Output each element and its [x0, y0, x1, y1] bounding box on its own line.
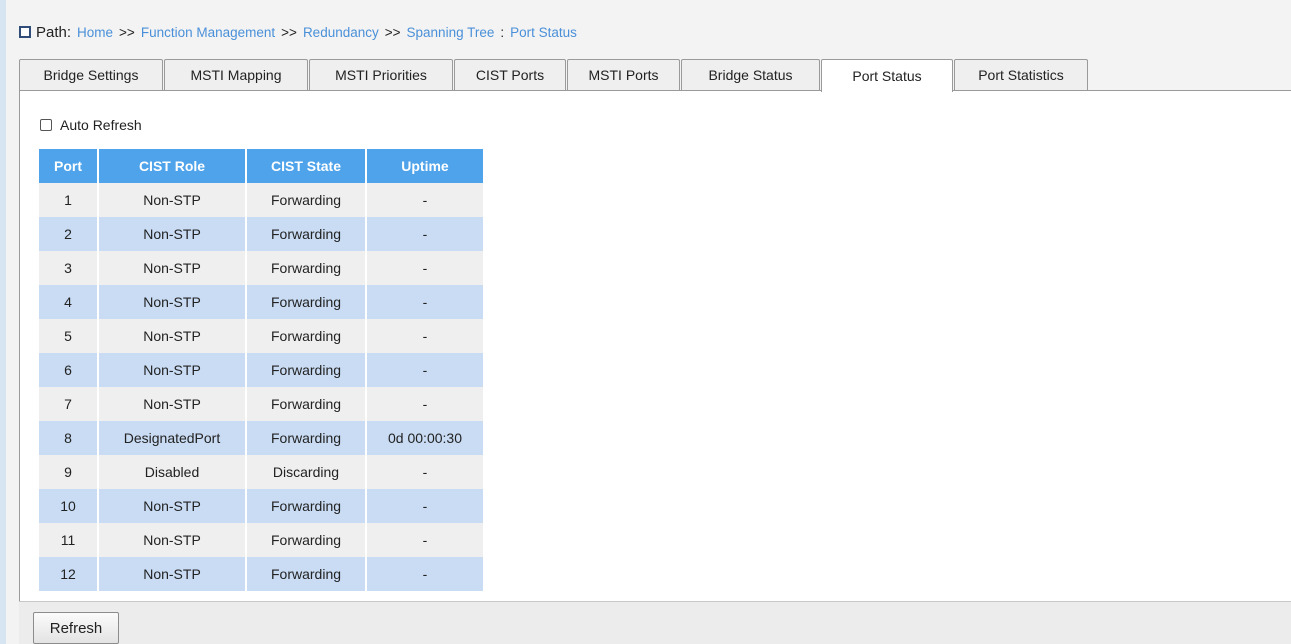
cell-uptime: - — [366, 217, 483, 251]
cell-uptime: - — [366, 251, 483, 285]
table-row: 4 Non-STP Forwarding - — [39, 285, 483, 319]
cell-cist-role: Non-STP — [98, 557, 247, 591]
cell-cist-role: DesignatedPort — [98, 421, 247, 455]
cell-cist-role: Non-STP — [98, 183, 247, 217]
auto-refresh-checkbox[interactable] — [40, 119, 52, 131]
table-row: 2 Non-STP Forwarding - — [39, 217, 483, 251]
cell-cist-role: Non-STP — [98, 353, 247, 387]
port-status-table: Port CIST Role CIST State Uptime 1 Non-S… — [39, 149, 483, 591]
cell-uptime: - — [366, 455, 483, 489]
cell-cist-state: Forwarding — [246, 251, 367, 285]
cell-port: 3 — [39, 251, 99, 285]
table-row: 11 Non-STP Forwarding - — [39, 523, 483, 557]
left-accent-bar — [0, 0, 6, 644]
breadcrumb: Path: Home >> Function Management >> Red… — [19, 22, 577, 42]
cell-uptime: 0d 00:00:30 — [366, 421, 483, 455]
cell-port: 5 — [39, 319, 99, 353]
cell-port: 2 — [39, 217, 99, 251]
cell-uptime: - — [366, 319, 483, 353]
breadcrumb-spanning-tree[interactable]: Spanning Tree — [407, 25, 495, 40]
cell-uptime: - — [366, 523, 483, 557]
cell-cist-role: Non-STP — [98, 285, 247, 319]
table-row: 3 Non-STP Forwarding - — [39, 251, 483, 285]
breadcrumb-redundancy[interactable]: Redundancy — [303, 25, 379, 40]
table-row: 5 Non-STP Forwarding - — [39, 319, 483, 353]
table-row: 10 Non-STP Forwarding - — [39, 489, 483, 523]
cell-cist-role: Disabled — [98, 455, 247, 489]
table-row: 7 Non-STP Forwarding - — [39, 387, 483, 421]
tab-port-status[interactable]: Port Status — [821, 59, 953, 92]
tab-cist-ports[interactable]: CIST Ports — [454, 59, 566, 90]
tab-msti-priorities[interactable]: MSTI Priorities — [309, 59, 453, 90]
cell-port: 1 — [39, 183, 99, 217]
cell-cist-state: Forwarding — [246, 217, 367, 251]
cell-port: 10 — [39, 489, 99, 523]
tab-msti-mapping[interactable]: MSTI Mapping — [164, 59, 308, 90]
cell-uptime: - — [366, 557, 483, 591]
auto-refresh-label: Auto Refresh — [60, 117, 142, 133]
cell-port: 12 — [39, 557, 99, 591]
column-header-cist-role: CIST Role — [98, 149, 247, 183]
column-header-port: Port — [39, 149, 99, 183]
cell-cist-role: Non-STP — [98, 319, 247, 353]
cell-cist-role: Non-STP — [98, 217, 247, 251]
cell-cist-role: Non-STP — [98, 489, 247, 523]
cell-cist-state: Forwarding — [246, 183, 367, 217]
cell-cist-state: Forwarding — [246, 523, 367, 557]
tab-port-statistics[interactable]: Port Statistics — [954, 59, 1088, 90]
cell-cist-state: Forwarding — [246, 489, 367, 523]
breadcrumb-separator: : — [500, 24, 505, 40]
cell-port: 9 — [39, 455, 99, 489]
auto-refresh-control[interactable]: Auto Refresh — [40, 116, 142, 134]
cell-port: 4 — [39, 285, 99, 319]
cell-uptime: - — [366, 353, 483, 387]
breadcrumb-separator: >> — [119, 24, 135, 40]
table-row: 8 DesignatedPort Forwarding 0d 00:00:30 — [39, 421, 483, 455]
cell-port: 8 — [39, 421, 99, 455]
cell-cist-role: Non-STP — [98, 251, 247, 285]
cell-cist-state: Forwarding — [246, 353, 367, 387]
content-panel: Auto Refresh Port CIST Role CIST State U… — [19, 90, 1291, 601]
tab-bridge-status[interactable]: Bridge Status — [681, 59, 820, 90]
column-header-cist-state: CIST State — [246, 149, 367, 183]
breadcrumb-separator: >> — [281, 24, 297, 40]
cell-uptime: - — [366, 285, 483, 319]
table-row: 9 Disabled Discarding - — [39, 455, 483, 489]
tab-msti-ports[interactable]: MSTI Ports — [567, 59, 680, 90]
breadcrumb-home[interactable]: Home — [77, 25, 113, 40]
breadcrumb-prefix: Path: — [36, 23, 72, 41]
refresh-button[interactable]: Refresh — [33, 612, 119, 644]
bottom-button-bar: Refresh — [19, 601, 1291, 644]
cell-cist-state: Forwarding — [246, 285, 367, 319]
cell-cist-state: Forwarding — [246, 421, 367, 455]
cell-cist-state: Forwarding — [246, 319, 367, 353]
column-header-uptime: Uptime — [366, 149, 483, 183]
breadcrumb-separator: >> — [384, 24, 401, 40]
cell-cist-state: Forwarding — [246, 387, 367, 421]
table-row: 12 Non-STP Forwarding - — [39, 557, 483, 591]
cell-port: 7 — [39, 387, 99, 421]
cell-uptime: - — [366, 183, 483, 217]
table-row: 6 Non-STP Forwarding - — [39, 353, 483, 387]
cell-port: 6 — [39, 353, 99, 387]
cell-cist-role: Non-STP — [98, 387, 247, 421]
cell-cist-state: Forwarding — [246, 557, 367, 591]
table-row: 1 Non-STP Forwarding - — [39, 183, 483, 217]
cell-uptime: - — [366, 489, 483, 523]
cell-port: 11 — [39, 523, 99, 557]
breadcrumb-function-management[interactable]: Function Management — [141, 25, 275, 40]
cell-cist-role: Non-STP — [98, 523, 247, 557]
cell-cist-state: Discarding — [246, 455, 367, 489]
tab-bridge-settings[interactable]: Bridge Settings — [19, 59, 163, 90]
path-square-icon — [19, 26, 31, 38]
table-header-row: Port CIST Role CIST State Uptime — [39, 149, 483, 183]
cell-uptime: - — [366, 387, 483, 421]
breadcrumb-port-status[interactable]: Port Status — [510, 25, 577, 40]
